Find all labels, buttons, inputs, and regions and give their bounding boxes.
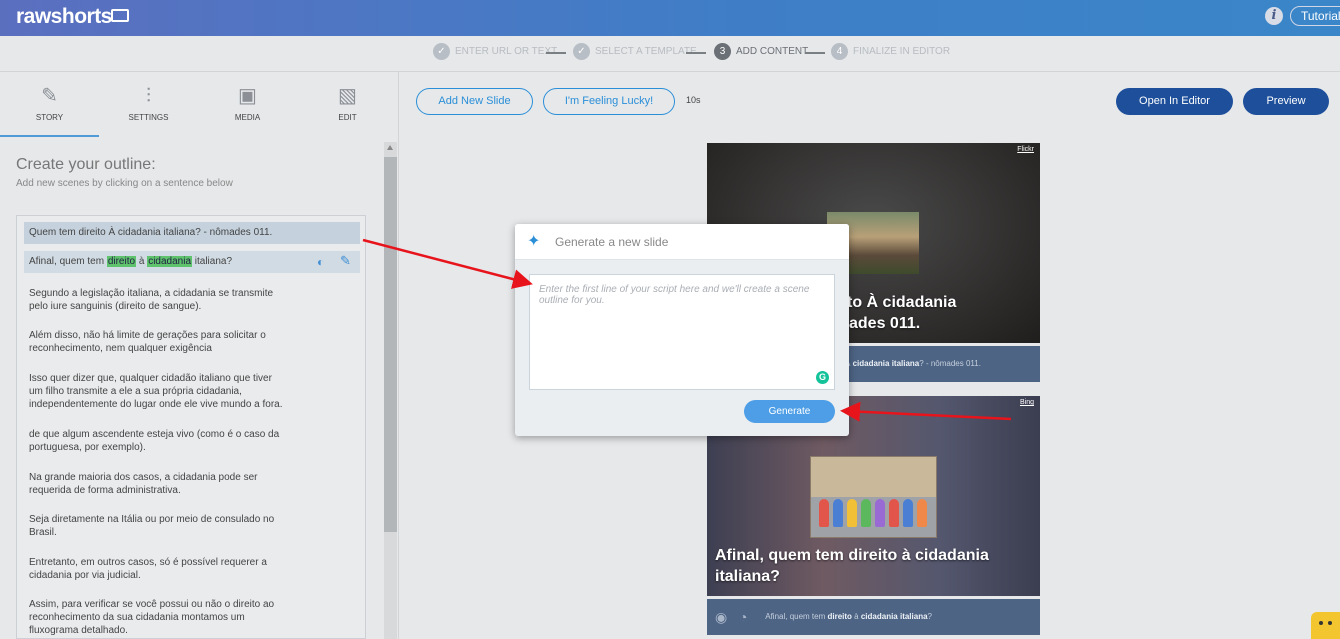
preview-button[interactable]: Preview bbox=[1243, 88, 1329, 115]
duration-label: 10s bbox=[686, 95, 701, 105]
sentence-item-selected[interactable]: Quem tem direito À cidadania italiana? -… bbox=[24, 222, 360, 244]
image-source-link[interactable]: Bing bbox=[1020, 399, 1034, 406]
check-icon: ✓ bbox=[573, 43, 590, 60]
sentence-item[interactable]: Entretanto, em outros casos, só é possív… bbox=[29, 556, 329, 582]
story-icon: ✎ bbox=[41, 85, 58, 107]
tab-media[interactable]: ▣ MEDIA bbox=[198, 84, 297, 144]
image-icon: ▣ bbox=[238, 85, 257, 107]
modal-title: Generate a new slide bbox=[555, 235, 669, 249]
pencil-icon[interactable]: ✎ bbox=[340, 254, 354, 268]
script-input[interactable] bbox=[529, 274, 835, 390]
sentence-item[interactable]: Isso quer dizer que, qualquer cidadão it… bbox=[29, 372, 329, 411]
slide-caption: to À cidadania ades 011. bbox=[847, 294, 957, 332]
step-add-content: 3 ADD CONTENT bbox=[714, 43, 808, 61]
check-icon: ✓ bbox=[433, 43, 450, 60]
sentence-item[interactable]: Na grande maioria dos casos, a cidadania… bbox=[29, 471, 329, 497]
generate-slide-modal: ✦ Generate a new slide G Generate bbox=[515, 224, 849, 436]
top-bar: rawshorts i Tutorial bbox=[0, 0, 1340, 36]
scroll-up-arrow-icon[interactable] bbox=[387, 145, 393, 150]
active-tab-indicator bbox=[0, 135, 99, 137]
step-connector bbox=[805, 52, 825, 54]
help-mascot-icon[interactable] bbox=[1311, 612, 1340, 639]
outline-title: Create your outline: bbox=[16, 156, 156, 173]
tab-edit[interactable]: ▧ EDIT bbox=[298, 84, 397, 144]
edit-image-icon: ▧ bbox=[338, 85, 357, 107]
keyword-highlight: direito bbox=[106, 256, 137, 267]
rawshorts-logo[interactable]: rawshorts bbox=[16, 5, 112, 29]
lightbulb-icon[interactable]: ◐ bbox=[317, 255, 327, 269]
sentence-item-active[interactable]: Afinal, quem tem direito à cidadania ita… bbox=[24, 251, 360, 273]
tutorial-button[interactable]: Tutorial bbox=[1290, 6, 1340, 26]
image-source-link[interactable]: Flickr bbox=[1017, 146, 1034, 153]
progress-steps: ✓ ENTER URL OR TEXT ✓ SELECT A TEMPLATE 3A… bbox=[0, 36, 1340, 72]
step-select-template: ✓ SELECT A TEMPLATE bbox=[573, 43, 697, 61]
voice-icon[interactable]: ◔ bbox=[739, 599, 755, 635]
slide-subtitle-bar-2[interactable]: ◉ ◔ Afinal, quem tem direito à cidadania … bbox=[707, 599, 1040, 635]
add-new-slide-button[interactable]: Add New Slide bbox=[416, 88, 533, 115]
step-connector bbox=[686, 52, 706, 54]
grammarly-icon[interactable]: G bbox=[816, 371, 829, 384]
left-panel: ✎ STORY ⫶ SETTINGS ▣ MEDIA ▧ EDIT Create you… bbox=[0, 72, 399, 639]
generate-button[interactable]: Generate bbox=[744, 400, 835, 423]
keyword-highlight: cidadania bbox=[147, 256, 192, 267]
scrollbar-thumb[interactable] bbox=[384, 157, 397, 532]
magic-wand-icon: ✦ bbox=[527, 233, 541, 250]
modal-header: ✦ Generate a new slide bbox=[515, 224, 849, 260]
sentence-item[interactable]: Seja diretamente na Itália ou por meio d… bbox=[29, 513, 329, 539]
sentence-item[interactable]: de que algum ascendente esteja vivo (com… bbox=[29, 428, 329, 454]
sentence-item[interactable]: Segundo a legislação italiana, a cidadan… bbox=[29, 287, 329, 313]
sentence-item[interactable]: Além disso, não há limite de gerações pa… bbox=[29, 329, 329, 355]
logo-bubble-icon bbox=[111, 9, 129, 22]
sliders-icon: ⫶ bbox=[146, 85, 151, 107]
outline-subtitle: Add new scenes by clicking on a sentence… bbox=[16, 178, 233, 189]
slide-caption: Afinal, quem tem direito à cidadania ita… bbox=[715, 547, 989, 585]
step-finalize: 4 FINALIZE IN EDITOR bbox=[831, 43, 950, 61]
slide-photo bbox=[810, 456, 937, 538]
step-enter-url: ✓ ENTER URL OR TEXT bbox=[433, 43, 557, 61]
sentence-item[interactable]: Assim, para verificar se você possui ou … bbox=[29, 598, 329, 637]
sentence-list: Quem tem direito À cidadania italiana? -… bbox=[16, 215, 366, 639]
eye-icon[interactable]: ◉ bbox=[715, 599, 731, 635]
feeling-lucky-button[interactable]: I'm Feeling Lucky! bbox=[543, 88, 675, 115]
open-in-editor-button[interactable]: Open In Editor bbox=[1116, 88, 1233, 115]
step-connector bbox=[546, 52, 566, 54]
tab-settings[interactable]: ⫶ SETTINGS bbox=[99, 84, 198, 144]
info-icon[interactable]: i bbox=[1265, 7, 1283, 25]
